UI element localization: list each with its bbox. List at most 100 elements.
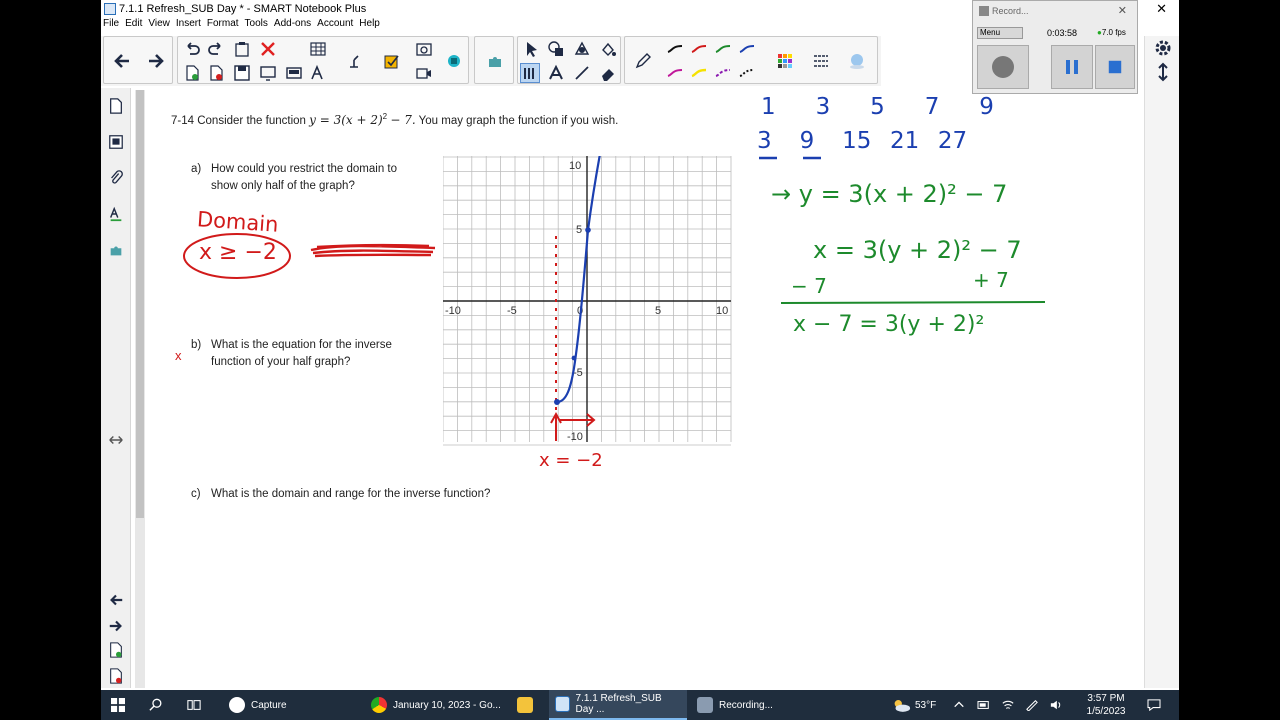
taskbar-capture[interactable]: Capture bbox=[221, 690, 295, 720]
document-camera-icon[interactable] bbox=[344, 51, 364, 71]
delete-page-icon[interactable] bbox=[206, 63, 226, 83]
close-window-button[interactable]: ✕ bbox=[1156, 1, 1167, 17]
pen-green-swatch[interactable] bbox=[713, 39, 733, 59]
navigation-group bbox=[103, 36, 173, 84]
recorder-menu-dropdown[interactable]: Menu bbox=[977, 27, 1023, 39]
pen-black-swatch[interactable] bbox=[665, 39, 685, 59]
scrollbar-thumb[interactable] bbox=[136, 90, 144, 518]
search-icon bbox=[149, 698, 162, 711]
paste-icon[interactable] bbox=[232, 39, 252, 59]
taskbar-notebook-label: 7.1.1 Refresh_SUB Day ... bbox=[575, 693, 662, 715]
settings-gear-icon[interactable] bbox=[1153, 38, 1173, 58]
ink-eq3-right: + 7 bbox=[973, 268, 1009, 292]
start-button[interactable] bbox=[111, 690, 125, 720]
recorder-elapsed-time: 0:03:58 bbox=[1047, 28, 1078, 38]
polygon-icon[interactable] bbox=[572, 39, 592, 59]
pen-icon[interactable] bbox=[633, 51, 653, 71]
line-icon[interactable] bbox=[572, 63, 592, 83]
delete-icon[interactable] bbox=[258, 39, 278, 59]
attachments-icon[interactable] bbox=[107, 168, 125, 188]
notebook-app-icon bbox=[555, 696, 570, 712]
menu-insert[interactable]: Insert bbox=[176, 18, 201, 34]
page-sorter-icon[interactable] bbox=[107, 96, 125, 116]
taskbar-file-explorer[interactable] bbox=[509, 690, 547, 720]
recorder-taskbar-icon bbox=[697, 697, 713, 713]
recorder-close-button[interactable]: ✕ bbox=[1118, 4, 1127, 17]
pen-yellow-swatch[interactable] bbox=[689, 63, 709, 83]
puzzle-icon[interactable] bbox=[485, 51, 505, 71]
menu-format[interactable]: Format bbox=[207, 18, 239, 34]
recorder-record-button[interactable] bbox=[977, 45, 1029, 89]
insert-page-icon[interactable] bbox=[107, 640, 125, 660]
pen-tool-icon[interactable] bbox=[520, 63, 540, 83]
pen-blue-swatch[interactable] bbox=[737, 39, 757, 59]
fill-icon[interactable] bbox=[598, 39, 618, 59]
table-icon[interactable] bbox=[308, 39, 328, 59]
fill-effects-icon[interactable] bbox=[847, 51, 867, 71]
eraser-icon[interactable] bbox=[598, 63, 618, 83]
menu-view[interactable]: View bbox=[148, 18, 170, 34]
problem-intro: Consider the function bbox=[197, 114, 306, 127]
vertical-scrollbar[interactable] bbox=[135, 90, 145, 688]
weather-widget[interactable]: 53°F bbox=[891, 690, 936, 720]
move-sidebar-icon[interactable] bbox=[107, 430, 125, 450]
color-palette-icon[interactable] bbox=[775, 51, 795, 71]
gallery-icon[interactable] bbox=[107, 132, 125, 152]
volume-tray-icon[interactable] bbox=[1049, 690, 1063, 720]
next-page-arrow-icon[interactable] bbox=[107, 616, 125, 636]
screen-shade-icon[interactable] bbox=[284, 63, 304, 83]
pen-magenta-swatch[interactable] bbox=[665, 63, 685, 83]
text-icon[interactable] bbox=[546, 63, 566, 83]
undo-icon[interactable] bbox=[182, 39, 202, 59]
clock[interactable]: 3:57 PM 1/5/2023 bbox=[1081, 692, 1131, 718]
select-arrow-icon[interactable] bbox=[522, 39, 542, 59]
back-arrow-icon[interactable] bbox=[112, 51, 132, 71]
notifications-button[interactable] bbox=[1147, 690, 1161, 720]
recorder-stop-button[interactable] bbox=[1095, 45, 1135, 89]
shapes-icon[interactable] bbox=[546, 39, 566, 59]
line-style-icon[interactable] bbox=[811, 51, 831, 71]
menu-help[interactable]: Help bbox=[359, 18, 380, 34]
notebook-page[interactable]: 7-14 Consider the function y = 3(x + 2)2… bbox=[145, 88, 1179, 688]
show-hidden-icons-button[interactable] bbox=[953, 690, 965, 720]
response-icon[interactable] bbox=[382, 51, 402, 71]
add-page-icon[interactable] bbox=[182, 63, 202, 83]
redo-icon[interactable] bbox=[206, 39, 226, 59]
menu-add-ons[interactable]: Add-ons bbox=[274, 18, 311, 34]
search-button[interactable] bbox=[149, 690, 163, 720]
previous-page-arrow-icon[interactable] bbox=[107, 590, 125, 610]
remove-page-icon[interactable] bbox=[107, 666, 125, 686]
task-view-button[interactable] bbox=[187, 690, 201, 720]
properties-icon[interactable] bbox=[107, 204, 125, 224]
weather-cloud-sun-icon bbox=[894, 699, 911, 712]
pen-red-swatch[interactable] bbox=[689, 39, 709, 59]
taskbar-smart-notebook[interactable]: 7.1.1 Refresh_SUB Day ... bbox=[549, 690, 687, 720]
problem-number: 7-14 bbox=[171, 114, 195, 127]
forward-arrow-icon[interactable] bbox=[146, 51, 166, 71]
taskbar-recording[interactable]: Recording... bbox=[691, 690, 801, 720]
wifi-icon bbox=[1002, 700, 1014, 709]
pen-tray-icon[interactable] bbox=[1025, 690, 1039, 720]
wifi-tray-icon[interactable] bbox=[1001, 690, 1015, 720]
ink-domain-answer: x ≥ −2 bbox=[199, 240, 277, 265]
taskbar-chrome[interactable]: January 10, 2023 - Go... bbox=[363, 690, 509, 720]
lab-activity-icon[interactable] bbox=[444, 51, 464, 71]
pen-dashed-swatch[interactable] bbox=[737, 63, 757, 83]
add-ons-icon[interactable] bbox=[107, 240, 125, 260]
pen-purple-dashed-swatch[interactable] bbox=[713, 63, 733, 83]
battery-tray-icon[interactable] bbox=[977, 690, 991, 720]
recorder-pause-button[interactable] bbox=[1051, 45, 1093, 89]
video-icon[interactable] bbox=[414, 63, 434, 83]
capture-icon[interactable] bbox=[414, 39, 434, 59]
menu-file[interactable]: File bbox=[103, 18, 119, 34]
save-icon[interactable] bbox=[232, 63, 252, 83]
part-c-line: What is the domain and range for the inv… bbox=[211, 488, 491, 500]
recorder-title: Record... bbox=[992, 6, 1029, 16]
toolbar-position-icon[interactable] bbox=[1153, 62, 1173, 82]
recorder-app-icon bbox=[979, 6, 989, 16]
math-tools-icon[interactable] bbox=[308, 63, 328, 83]
menu-account[interactable]: Account bbox=[317, 18, 353, 34]
display-icon[interactable] bbox=[258, 63, 278, 83]
menu-edit[interactable]: Edit bbox=[125, 18, 142, 34]
menu-tools[interactable]: Tools bbox=[245, 18, 268, 34]
